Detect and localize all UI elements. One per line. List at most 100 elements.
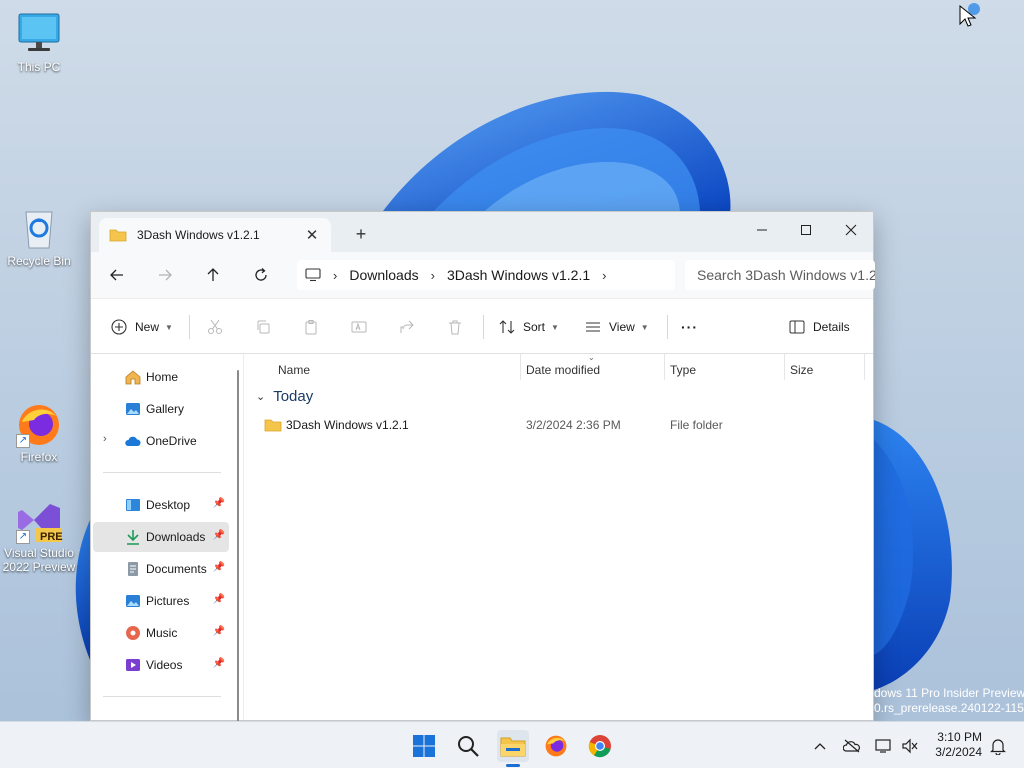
view-label: View: [609, 320, 635, 334]
network-tray[interactable]: [874, 736, 894, 756]
details-label: Details: [813, 320, 850, 334]
start-button[interactable]: [408, 730, 440, 762]
taskbar-file-explorer[interactable]: [497, 730, 529, 762]
search-button[interactable]: [452, 730, 484, 762]
breadcrumb-3dash[interactable]: 3Dash Windows v1.2.1: [447, 267, 590, 283]
sidebar-item-videos[interactable]: Videos 📌: [93, 650, 229, 680]
sidebar-item-pictures[interactable]: Pictures 📌: [93, 586, 229, 616]
desktop-icon-label: Recycle Bin: [7, 254, 71, 268]
trash-icon: [449, 320, 461, 335]
breadcrumb-separator[interactable]: ›: [431, 268, 435, 283]
taskbar-clock[interactable]: 3:10 PM 3/2/2024: [928, 730, 982, 760]
minimize-button[interactable]: [739, 216, 785, 244]
cut-button[interactable]: [207, 317, 223, 337]
desktop-icon-firefox[interactable]: ↗ Firefox: [0, 402, 78, 464]
command-bar: New ▼ Sort ▼ View ▼ ··· Details: [91, 298, 873, 354]
windows-logo-icon: [413, 735, 435, 757]
close-button[interactable]: [828, 216, 874, 244]
file-explorer-window: 3Dash Windows v1.2.1 ✕ + › Downloads › 3…: [90, 211, 875, 722]
address-bar[interactable]: › Downloads › 3Dash Windows v1.2.1 ›: [297, 260, 675, 290]
sidebar-item-label: OneDrive: [146, 434, 197, 448]
view-button[interactable]: View ▼: [585, 317, 649, 337]
rename-button[interactable]: [351, 317, 367, 337]
tab-3dash[interactable]: 3Dash Windows v1.2.1 ✕: [99, 218, 331, 252]
desktop-icon-recycle-bin[interactable]: Recycle Bin: [0, 206, 78, 268]
search-input[interactable]: Search 3Dash Windows v1.2.1: [685, 260, 875, 290]
new-button[interactable]: New ▼: [111, 317, 173, 337]
sidebar-item-label: Gallery: [146, 402, 185, 416]
column-divider[interactable]: [784, 354, 785, 380]
divider: [667, 315, 668, 339]
column-header-type[interactable]: Type: [670, 360, 696, 380]
chevron-down-icon: ▼: [165, 322, 173, 332]
volume-tray[interactable]: [900, 736, 920, 756]
delete-button[interactable]: [447, 317, 463, 337]
breadcrumb-downloads[interactable]: Downloads: [349, 267, 418, 283]
tab-close-icon[interactable]: ✕: [303, 226, 321, 244]
file-type: File folder: [670, 418, 723, 432]
refresh-button[interactable]: [249, 263, 273, 287]
maximize-button[interactable]: [783, 216, 829, 244]
sidebar-item-label: Downloads: [146, 530, 206, 544]
rename-icon: [351, 321, 367, 333]
column-divider[interactable]: [864, 354, 865, 380]
sidebar-item-label: Music: [146, 626, 178, 640]
copy-icon: [257, 320, 270, 334]
folder-icon: [264, 419, 282, 432]
download-icon: [127, 530, 139, 545]
taskbar: 3:10 PM 3/2/2024: [0, 721, 1024, 768]
sidebar-item-music[interactable]: Music 📌: [93, 618, 229, 648]
sort-button[interactable]: Sort ▼: [499, 317, 559, 337]
sidebar-scrollbar[interactable]: [237, 370, 239, 722]
paste-button[interactable]: [303, 317, 319, 337]
sidebar-item-downloads[interactable]: Downloads 📌: [93, 522, 229, 552]
sidebar-item-gallery[interactable]: Gallery: [93, 394, 229, 424]
onedrive-tray[interactable]: [842, 736, 862, 756]
column-divider[interactable]: [520, 354, 521, 380]
desktop-icon-visual-studio[interactable]: PRE ↗ Visual Studio 2022 Preview: [0, 498, 78, 574]
share-button[interactable]: [399, 317, 415, 337]
taskbar-chrome[interactable]: [584, 730, 616, 762]
show-hidden-icons-button[interactable]: [810, 736, 830, 756]
sidebar-item-onedrive[interactable]: › OneDrive: [93, 426, 229, 456]
taskbar-firefox[interactable]: [540, 730, 572, 762]
new-tab-button[interactable]: +: [353, 224, 369, 245]
title-bar: 3Dash Windows v1.2.1 ✕ +: [91, 212, 873, 252]
column-header-size[interactable]: Size: [790, 360, 813, 380]
chevron-down-icon: ⌄: [256, 391, 266, 403]
table-row[interactable]: 3Dash Windows v1.2.1 3/2/2024 2:36 PM Fi…: [260, 414, 860, 436]
sidebar-item-desktop[interactable]: Desktop 📌: [93, 490, 229, 520]
notifications-button[interactable]: [988, 736, 1008, 756]
breadcrumb-separator[interactable]: ›: [602, 268, 606, 283]
up-button[interactable]: [201, 263, 225, 287]
sidebar-item-home[interactable]: Home: [93, 362, 229, 392]
sidebar-item-label: Desktop: [146, 498, 191, 512]
active-app-indicator: [506, 764, 520, 767]
group-header-today[interactable]: ⌄ Today: [256, 388, 313, 405]
explorer-content: Home Gallery › OneDrive Desktop 📌 Downlo…: [91, 353, 873, 722]
visual-studio-icon: PRE ↗: [16, 498, 63, 544]
cloud-offline-icon: [843, 739, 860, 753]
pin-icon: 📌: [212, 626, 225, 637]
forward-button[interactable]: [153, 263, 177, 287]
details-pane-icon: [789, 320, 805, 334]
mouse-cursor-icon: [959, 3, 980, 27]
pin-icon: 📌: [212, 658, 225, 669]
arrow-left-icon: [110, 269, 123, 281]
more-options-button[interactable]: ···: [681, 317, 698, 337]
sort-label: Sort: [523, 320, 546, 334]
breadcrumb-separator[interactable]: ›: [333, 268, 337, 283]
details-button[interactable]: Details: [789, 317, 850, 337]
column-divider[interactable]: [664, 354, 665, 380]
cloud-icon: [125, 436, 141, 446]
sidebar-item-documents[interactable]: Documents 📌: [93, 554, 229, 584]
column-header-date-modified[interactable]: Date modified: [526, 360, 600, 380]
shortcut-arrow-icon: ↗: [16, 530, 30, 544]
desktop-icon-this-pc[interactable]: This PC: [0, 12, 78, 74]
back-button[interactable]: [105, 263, 129, 287]
copy-button[interactable]: [255, 317, 271, 337]
column-header-name[interactable]: Name: [278, 360, 310, 380]
tab-title: 3Dash Windows v1.2.1: [137, 228, 260, 242]
chevron-down-icon: ▼: [640, 322, 649, 332]
clock-date: 3/2/2024: [935, 745, 982, 759]
